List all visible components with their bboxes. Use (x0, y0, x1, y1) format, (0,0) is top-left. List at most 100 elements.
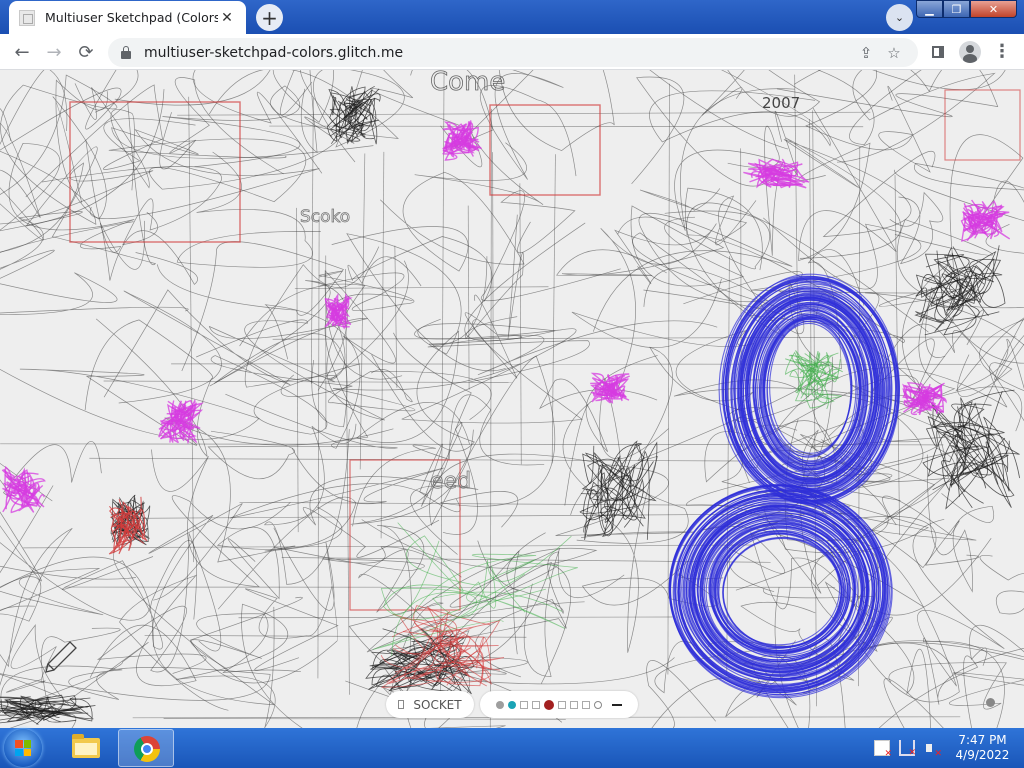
bookmark-star-icon[interactable]: ☆ (880, 44, 908, 62)
scribble-stroke (89, 574, 229, 711)
profile-button[interactable] (956, 38, 984, 66)
palette-swatch[interactable] (558, 700, 566, 709)
socket-icon (398, 700, 405, 709)
windows-logo-icon (15, 740, 31, 756)
palette-swatch[interactable] (594, 700, 602, 709)
taskbar-app-chrome[interactable] (118, 729, 174, 767)
palette-swatch[interactable] (520, 700, 528, 709)
palette-swatch[interactable] (570, 700, 578, 709)
drawn-text: eed (430, 469, 471, 494)
pen-tool-icon (45, 641, 77, 673)
page-favicon-icon (19, 9, 35, 26)
scribble-line (551, 154, 556, 464)
scribble-stroke (979, 555, 1024, 615)
sketchpad-canvas[interactable]: 2007 Come eed Scoko SOCKET (0, 70, 1024, 728)
scribble-line (440, 71, 445, 711)
drawn-text: Scoko (300, 207, 350, 227)
lock-icon[interactable] (121, 45, 131, 59)
browser-menu-button[interactable]: ⋮ (988, 38, 1016, 66)
palette-swatch[interactable] (582, 700, 590, 709)
system-tray (874, 740, 942, 759)
action-center-icon[interactable] (874, 740, 892, 759)
scribble-stroke (42, 166, 222, 246)
scribble-stroke (96, 533, 222, 674)
scribble-stroke (0, 565, 136, 616)
scribble-stroke (0, 70, 139, 151)
palette-swatch[interactable] (532, 700, 540, 709)
tab-search-button[interactable]: ⌄ (886, 4, 913, 31)
windows-taskbar: 7:47 PM 4/9/2022 (0, 728, 1024, 768)
clock-time: 7:47 PM (958, 733, 1007, 747)
scribble-stroke (347, 236, 493, 302)
taskbar-app-explorer[interactable] (58, 729, 114, 767)
socket-status-button[interactable]: SOCKET (386, 691, 474, 718)
window-maximize-button[interactable]: ❐ (943, 0, 970, 18)
palette-swatch[interactable] (508, 700, 516, 709)
scribble-line (467, 205, 470, 390)
socket-label: SOCKET (413, 697, 462, 712)
scribble-line (296, 207, 299, 533)
back-button[interactable]: ← (8, 38, 36, 66)
scribble-stroke (159, 77, 284, 175)
scribble-stroke (156, 241, 344, 372)
scribble-stroke (356, 330, 475, 452)
scribble-stroke (914, 163, 1024, 254)
scribble-stroke (162, 70, 399, 168)
scribble-line (272, 336, 1017, 340)
browser-tab-active[interactable]: Multiuser Sketchpad (Colors) ✕ (9, 1, 246, 34)
scribble-stroke (639, 188, 748, 244)
scribble-line (163, 718, 566, 720)
shape-layer (2, 89, 1021, 699)
sketch-drawing[interactable]: 2007 Come eed Scoko (0, 70, 1024, 728)
window-minimize-button[interactable]: ▁ (916, 0, 943, 18)
scribble-stroke (52, 79, 108, 220)
scribble-stroke (817, 70, 922, 145)
reload-button[interactable]: ⟳ (72, 38, 100, 66)
scribble-line (310, 98, 314, 384)
browser-tab-strip: Multiuser Sketchpad (Colors) ✕ + ⌄ ▁ ❐ ✕ (0, 0, 1024, 34)
scribble-line (519, 183, 522, 465)
new-tab-button[interactable]: + (256, 4, 283, 31)
volume-icon[interactable] (924, 740, 942, 759)
scribble-line (394, 245, 398, 388)
scribble-stroke (210, 355, 361, 435)
scribble-line (345, 269, 350, 695)
profile-icon (959, 41, 981, 63)
scribble-line (359, 153, 366, 470)
network-icon[interactable] (899, 740, 916, 758)
drawn-text: Come (430, 70, 505, 97)
remote-cursor-icon (986, 698, 995, 707)
brush-size-icon[interactable] (612, 703, 622, 706)
scribble-stroke (0, 272, 189, 316)
system-clock[interactable]: 7:47 PM 4/9/2022 (955, 733, 1010, 763)
scribble-stroke (538, 355, 658, 453)
scribble-stroke (388, 598, 585, 678)
scribble-stroke (216, 496, 357, 610)
scribble-line (23, 544, 753, 549)
scribble-stroke (114, 70, 323, 174)
chrome-icon (134, 736, 160, 762)
scribble-stroke (630, 205, 771, 287)
scribble-stroke (229, 447, 444, 519)
side-panel-button[interactable] (924, 38, 952, 66)
forward-button[interactable]: → (40, 38, 68, 66)
address-bar[interactable]: multiuser-sketchpad-colors.glitch.me ⇪ ☆ (108, 38, 918, 67)
palette-swatch[interactable] (544, 699, 554, 710)
palette-swatch[interactable] (496, 700, 504, 709)
scribble-stroke (600, 223, 717, 390)
scribble-stroke (836, 70, 1006, 163)
scribble-line (238, 616, 673, 619)
scribble-stroke (427, 320, 718, 383)
tab-close-icon[interactable]: ✕ (218, 10, 236, 26)
scribble-line (794, 74, 799, 389)
share-icon[interactable]: ⇪ (852, 44, 880, 62)
color-palette (480, 691, 638, 718)
window-close-button[interactable]: ✕ (970, 0, 1017, 18)
start-button[interactable] (4, 729, 42, 767)
address-url[interactable]: multiuser-sketchpad-colors.glitch.me (144, 45, 403, 61)
drawn-rectangle (944, 89, 1021, 161)
clock-date: 4/9/2022 (955, 748, 1010, 762)
drawn-text: 2007 (762, 94, 800, 112)
scribble-stroke (397, 522, 536, 592)
scribble-line (103, 380, 513, 383)
